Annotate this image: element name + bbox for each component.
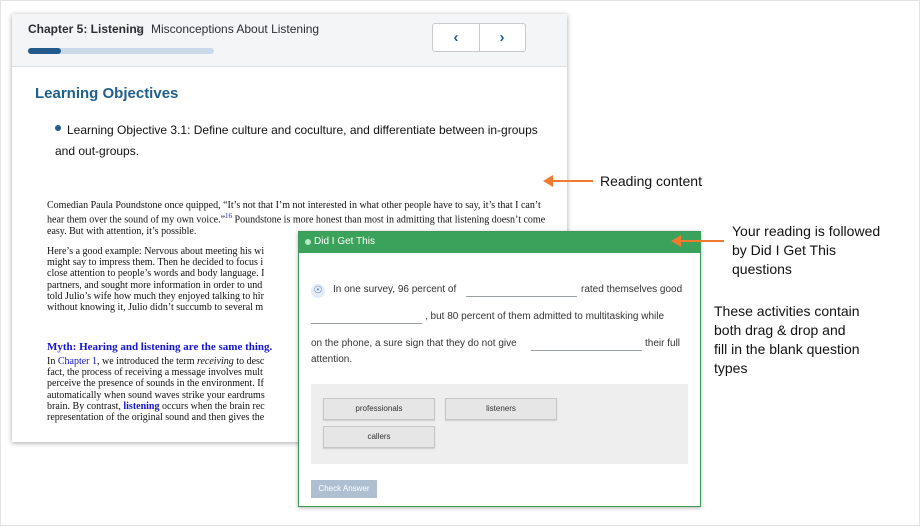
learning-objective-text: Learning Objective 3.1: Define culture a…	[55, 123, 538, 158]
next-page-button[interactable]: ›	[479, 24, 525, 51]
arrow-icon	[671, 235, 724, 247]
question-text: on the phone, a sure sign that they do n…	[311, 338, 517, 349]
glossary-term-link[interactable]: listening	[123, 401, 159, 412]
breadcrumb-chapter[interactable]: Chapter 5: Listening	[28, 22, 144, 36]
breadcrumb-separator-icon: >	[136, 21, 144, 36]
answer-bank: professionals listeners callers	[311, 384, 688, 464]
draggable-answer-tile[interactable]: callers	[323, 426, 435, 448]
accessibility-icon[interactable]: ☉	[311, 284, 325, 298]
annotation-did-i-get-this: Your reading is followed by Did I Get Th…	[732, 223, 881, 277]
question-text: In one survey, 96 percent of	[333, 284, 457, 295]
answer-blank-2[interactable]	[311, 323, 422, 324]
question-text: , but 80 percent of them admitted to mul…	[425, 311, 665, 322]
question-text: rated themselves good	[581, 284, 683, 295]
chapter-1-link[interactable]: Chapter 1	[58, 356, 97, 367]
chevron-left-icon: ‹	[453, 29, 459, 46]
arrow-icon	[543, 175, 593, 187]
quiz-header: Did I Get This	[299, 232, 700, 253]
progress-bar-fill	[28, 48, 62, 54]
did-i-get-this-panel: Did I Get This ☉ In one survey, 96 perce…	[298, 231, 701, 507]
answer-blank-3[interactable]	[531, 350, 642, 351]
question-text: attention.	[311, 354, 353, 365]
myth-heading: Myth: Hearing and listening are the same…	[47, 341, 273, 353]
quiz-title: Did I Get This	[314, 236, 375, 247]
chevron-right-icon: ›	[499, 29, 505, 46]
breadcrumb-section: Misconceptions About Listening	[151, 22, 320, 36]
paragraph-text: In	[47, 356, 58, 367]
footnote-link[interactable]: 16	[225, 212, 232, 220]
draggable-answer-tile[interactable]: professionals	[323, 398, 435, 420]
question-text: their full	[645, 338, 681, 349]
status-dot-icon	[305, 239, 311, 245]
page-navigation: ‹ ›	[432, 23, 526, 52]
emphasis-text: receiving	[196, 356, 234, 367]
paragraph-text: , we introduced the term	[97, 356, 197, 367]
answer-blank-1[interactable]	[466, 296, 577, 297]
reader-header: Chapter 5: Listening > Misconceptions Ab…	[12, 14, 567, 67]
check-answer-button[interactable]: Check Answer	[311, 480, 377, 498]
draggable-answer-tile[interactable]: listeners	[445, 398, 557, 420]
learning-objectives-heading: Learning Objectives	[35, 85, 179, 102]
annotation-reading: Reading content	[600, 173, 702, 189]
previous-page-button[interactable]: ‹	[433, 24, 480, 51]
progress-bar	[28, 48, 214, 54]
annotation-activities: These activities contain both drag & dro…	[714, 303, 860, 376]
